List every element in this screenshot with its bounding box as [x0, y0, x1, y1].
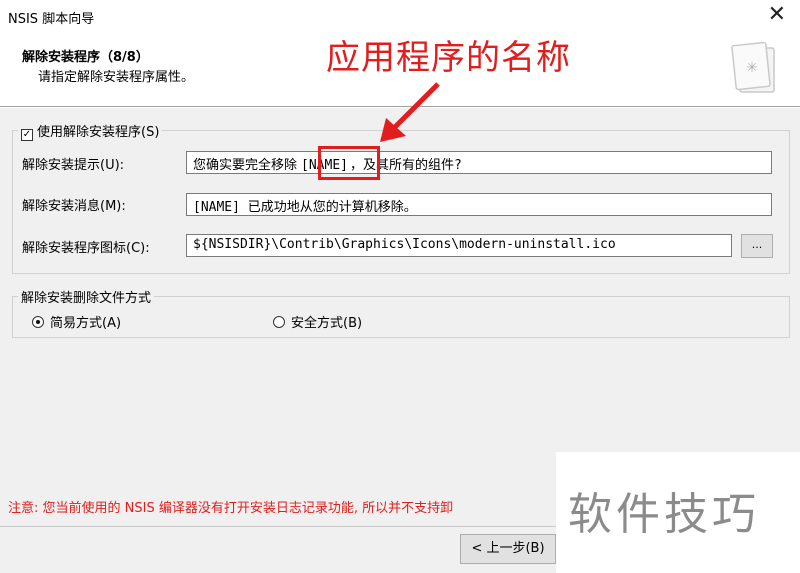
delete-mode-legend: 解除安装删除文件方式	[18, 287, 155, 306]
uninstall-checkbox[interactable]: ✓	[21, 129, 33, 141]
page-title: 解除安装程序（8/8）	[22, 50, 149, 65]
watermark-text: 软件技巧	[568, 489, 760, 540]
svg-text:✳: ✳	[746, 60, 758, 76]
radio-secure[interactable]	[273, 316, 285, 328]
radio-simple[interactable]	[32, 316, 44, 328]
document-icon: ✳	[731, 42, 775, 93]
annotation-arrow	[380, 82, 440, 142]
uninstall-checkbox-row[interactable]: ✓ 使用解除安装程序(S)	[18, 121, 163, 141]
browse-button[interactable]: ...	[741, 234, 773, 258]
icon-path-field[interactable]: ${NSISDIR}\Contrib\Graphics\Icons\modern…	[186, 234, 732, 257]
radio-secure-label: 安全方式(B)	[291, 316, 363, 331]
message-label: 解除安装消息(M):	[22, 199, 126, 214]
footer-divider	[0, 526, 556, 527]
title-bar: NSIS 脚本向导 ✕	[0, 0, 800, 34]
window-title: NSIS 脚本向导	[8, 12, 95, 27]
message-field[interactable]: [NAME] 已成功地从您的计算机移除。	[186, 193, 772, 216]
close-icon[interactable]: ✕	[768, 4, 786, 26]
back-button[interactable]: < 上一步(B)	[460, 534, 556, 564]
name-token-highlight	[318, 146, 380, 180]
annotation-title: 应用程序的名称	[326, 38, 571, 78]
prompt-label: 解除安装提示(U):	[22, 158, 125, 173]
page-subtitle: 请指定解除安装程序属性。	[38, 70, 195, 85]
radio-secure-option[interactable]: 安全方式(B)	[273, 312, 362, 331]
uninstall-checkbox-label: 使用解除安装程序(S)	[37, 125, 160, 140]
radio-simple-label: 简易方式(A)	[50, 316, 122, 331]
radio-simple-option[interactable]: 简易方式(A)	[32, 312, 121, 331]
logging-note: 注意: 您当前使用的 NSIS 编译器没有打开安装日志记录功能, 所以并不支持卸	[8, 501, 454, 516]
prompt-text-before: 您确实要完全移除	[193, 158, 298, 173]
icon-label: 解除安装程序图标(C):	[22, 241, 150, 256]
prompt-field[interactable]: 您确实要完全移除 [NAME] ，及其所有的组件?	[186, 151, 772, 174]
